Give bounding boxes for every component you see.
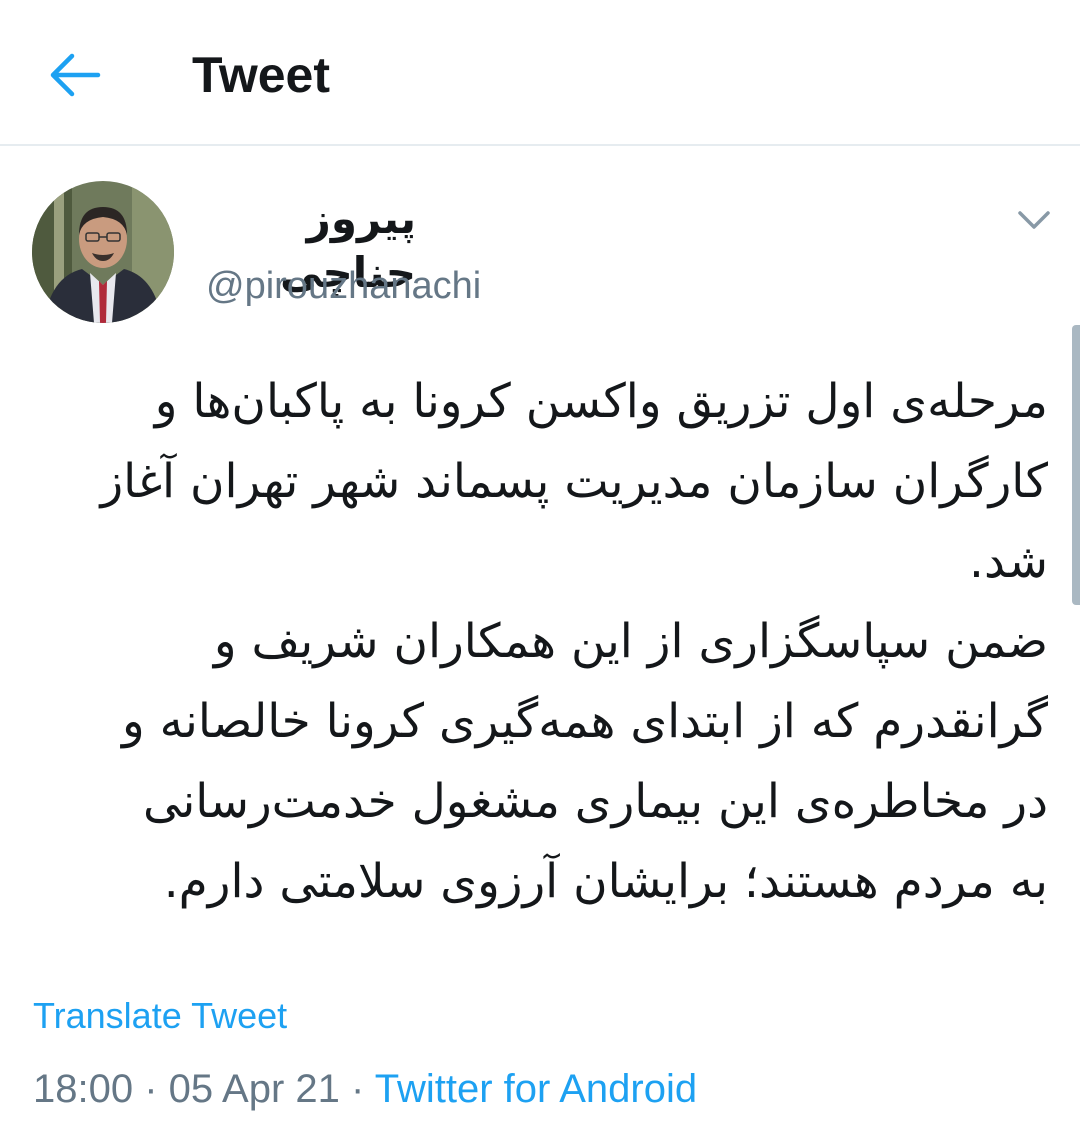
tweet-time: 18:00 [33, 1067, 134, 1111]
author-handle[interactable]: @pirouzhanachi [206, 262, 481, 310]
page-title: Tweet [192, 47, 330, 103]
scrollbar[interactable] [1072, 325, 1080, 605]
chevron-down-icon [1018, 211, 1050, 229]
profile-photo [32, 181, 174, 323]
meta-separator: · [339, 1067, 375, 1111]
tweet-source-link[interactable]: Twitter for Android [375, 1067, 697, 1111]
more-options-button[interactable] [1012, 200, 1056, 240]
tweet-text: مرحله‌ی اول تزریق واکسن کرونا به پاکبان‌… [30, 362, 1048, 922]
tweet-metadata: 18:00 · 05 Apr 21 · Twitter for Android [33, 1063, 697, 1115]
back-button[interactable] [46, 50, 102, 100]
tweet-paragraph: ضمن سپاسگزاری از این همکاران شریف و گران… [121, 614, 1048, 909]
tweet-date: 05 Apr 21 [168, 1067, 340, 1111]
top-app-bar: Tweet [0, 0, 1080, 146]
tweet-paragraph: مرحله‌ی اول تزریق واکسن کرونا به پاکبان‌… [100, 374, 1048, 589]
arrow-left-icon [50, 53, 101, 97]
translate-tweet-link[interactable]: Translate Tweet [33, 992, 287, 1040]
avatar[interactable] [32, 181, 174, 323]
meta-separator: · [133, 1067, 169, 1111]
